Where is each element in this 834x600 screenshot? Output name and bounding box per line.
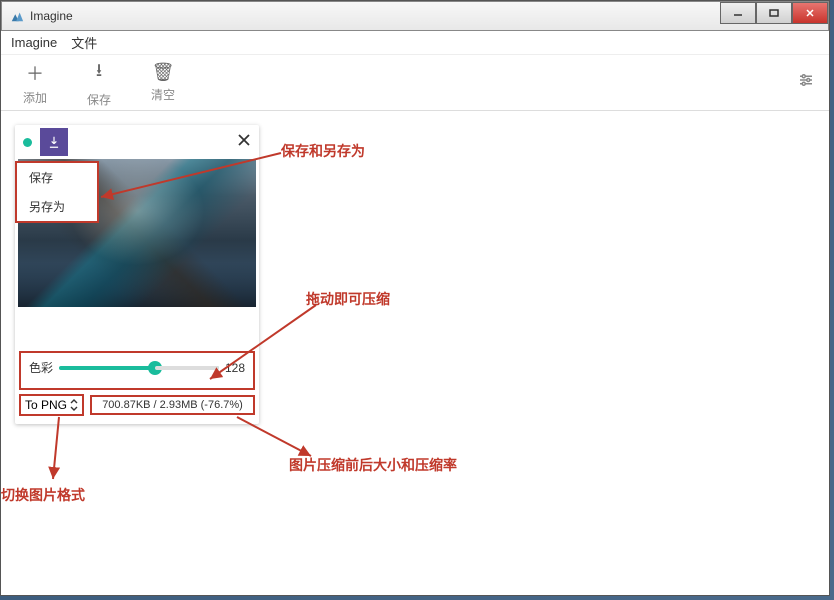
clear-label: 清空 (151, 86, 175, 103)
annotation-drag: 拖动即可压缩 (306, 289, 390, 309)
annotation-format: 切换图片格式 (1, 485, 85, 505)
window-controls (720, 2, 828, 24)
save-dropdown: 保存 另存为 (15, 161, 99, 223)
menubar: Imagine 文件 (1, 31, 829, 55)
maximize-button[interactable] (756, 2, 792, 24)
settings-icon[interactable] (797, 71, 815, 94)
save-button[interactable]: ⭳ 保存 (79, 58, 119, 108)
download-icon: ⭳ (96, 58, 102, 88)
close-button[interactable] (792, 2, 828, 24)
card-download-button[interactable] (40, 128, 68, 156)
size-info: 700.87KB / 2.93MB (-76.7%) (90, 395, 255, 415)
select-arrows-icon (70, 399, 78, 411)
watermark-text: 爱分享的Danial (691, 552, 814, 578)
add-label: 添加 (23, 89, 47, 106)
toolbar: ＋ 添加 ⭳ 保存 🗑 清空 (1, 55, 829, 111)
format-label: To PNG (25, 398, 67, 412)
content-area: 保存 另存为 色彩 128 To PNG 700.87KB / 2.93MB (… (1, 111, 829, 595)
window-title: Imagine (30, 9, 820, 23)
plus-icon: ＋ (26, 60, 44, 86)
close-icon[interactable] (237, 133, 251, 152)
image-card: 保存 另存为 色彩 128 To PNG 700.87KB / 2.93MB (… (15, 125, 259, 424)
add-button[interactable]: ＋ 添加 (15, 60, 55, 106)
watermark: 爱分享的Danial (647, 548, 814, 582)
annotation-size: 图片压缩前后大小和压缩率 (289, 455, 457, 475)
color-slider-row: 色彩 128 (19, 351, 255, 390)
clear-button[interactable]: 🗑 清空 (143, 62, 183, 103)
slider-value: 128 (225, 361, 245, 375)
minimize-button[interactable] (720, 2, 756, 24)
status-dot (23, 138, 32, 147)
card-header: 保存 另存为 (15, 125, 259, 159)
dropdown-save[interactable]: 保存 (17, 163, 97, 192)
menu-app[interactable]: Imagine (11, 35, 57, 50)
save-label: 保存 (87, 91, 111, 108)
slider-label: 色彩 (29, 359, 53, 376)
format-select[interactable]: To PNG (19, 394, 84, 416)
menu-file[interactable]: 文件 (71, 33, 97, 52)
app-icon (10, 9, 24, 23)
app-window: Imagine Imagine 文件 ＋ 添加 ⭳ 保存 🗑 清空 (0, 0, 830, 596)
card-bottom-row: To PNG 700.87KB / 2.93MB (-76.7%) (15, 394, 259, 424)
annotation-save: 保存和另存为 (281, 141, 365, 161)
dropdown-save-as[interactable]: 另存为 (17, 192, 97, 221)
color-slider[interactable] (59, 366, 219, 370)
titlebar: Imagine (1, 1, 829, 31)
trash-icon: 🗑 (152, 62, 175, 83)
slider-thumb[interactable] (148, 361, 162, 375)
wechat-icon (647, 548, 681, 582)
